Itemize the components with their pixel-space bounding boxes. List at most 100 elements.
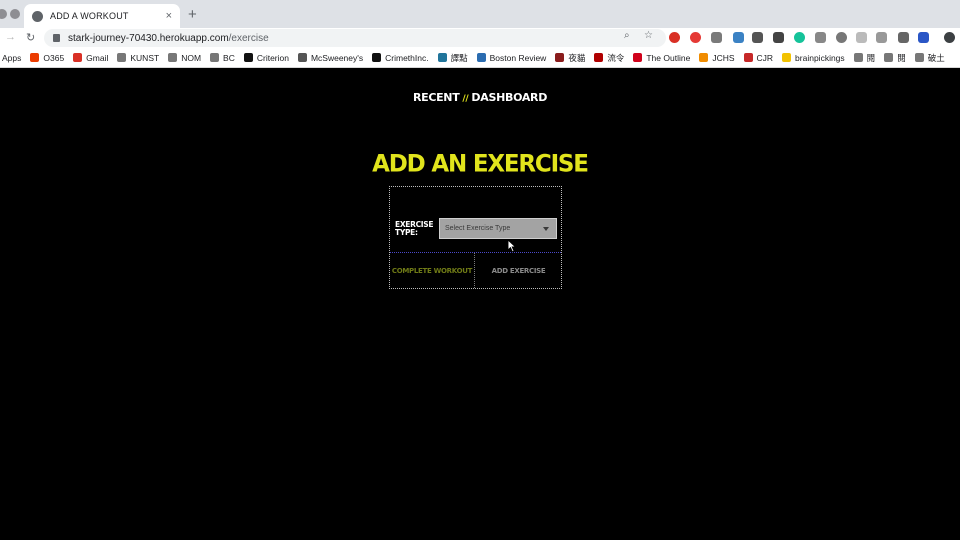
bookmark-favicon-icon: [73, 53, 83, 62]
bookmark-item[interactable]: Apps: [2, 53, 21, 63]
bookmark-item[interactable]: KUNST: [117, 53, 159, 63]
lock-icon: [53, 34, 60, 42]
bookmark-label: BC: [223, 52, 235, 63]
tab-title: ADD A WORKOUT: [50, 11, 129, 21]
bookmarks-bar: Apps O365 Gmail KUNST NOM BC Criterion McSweene…: [0, 48, 960, 68]
exercise-type-select[interactable]: Select Exercise Type: [439, 218, 557, 239]
address-bar[interactable]: stark-journey-70430.herokuapp.com/exerci…: [44, 29, 666, 47]
bookmark-label: 破土: [927, 52, 945, 63]
extension-icon[interactable]: [690, 32, 701, 43]
add-exercise-button[interactable]: ADD EXERCISE: [476, 253, 561, 288]
url-text: stark-journey-70430.herokuapp.com/exerci…: [68, 33, 269, 44]
globe-icon: [32, 10, 43, 22]
bookmark-label: Apps: [2, 52, 22, 63]
bookmark-star-icon[interactable]: ☆: [644, 30, 653, 41]
extension-icon[interactable]: [836, 32, 847, 43]
bookmark-item[interactable]: NOM: [168, 53, 201, 63]
bookmark-favicon-icon: [243, 53, 253, 62]
extension-icon[interactable]: [918, 32, 929, 43]
bookmark-favicon-icon: [782, 53, 792, 62]
bookmark-item[interactable]: 閱: [853, 52, 876, 64]
new-tab-icon[interactable]: +: [188, 6, 197, 23]
extension-icon[interactable]: [773, 32, 784, 43]
bookmark-item[interactable]: 譯點: [437, 52, 468, 64]
page-content: RECENT//DASHBOARD ADD AN EXERCISE EXERCI…: [0, 69, 960, 540]
bookmark-item[interactable]: brainpickings: [782, 53, 845, 63]
profile-avatar-icon[interactable]: [944, 32, 955, 43]
page-title: ADD AN EXERCISE: [372, 150, 589, 178]
bookmark-label: brainpickings: [795, 52, 845, 63]
extension-icon[interactable]: [815, 32, 826, 43]
window-close-dot[interactable]: [0, 9, 7, 19]
bookmark-label: Boston Review: [489, 52, 547, 63]
extension-icon[interactable]: [733, 32, 744, 43]
bookmark-favicon-icon: [117, 53, 127, 62]
extension-icon[interactable]: [876, 32, 887, 43]
window-minimize-dot[interactable]: [10, 9, 20, 19]
bookmark-label: CJR: [756, 52, 774, 63]
bookmark-item[interactable]: CrimethInc.: [372, 52, 429, 63]
bookmark-label: McSweeney's: [310, 52, 364, 63]
bookmark-label: 閱: [897, 52, 906, 63]
bookmark-favicon-icon: [853, 53, 863, 62]
bookmark-favicon-icon: [297, 53, 307, 62]
mouse-cursor-icon: [507, 239, 517, 253]
bookmark-item[interactable]: 夜貓: [555, 52, 585, 64]
bookmark-item[interactable]: BC: [210, 53, 235, 63]
bookmark-item[interactable]: The Outline: [633, 53, 690, 63]
add-exercise-form: EXERCISE TYPE: Select Exercise Type COMP…: [389, 186, 562, 289]
bookmark-label: Gmail: [86, 52, 109, 63]
bookmark-favicon-icon: [476, 53, 486, 62]
bookmark-favicon-icon: [372, 53, 382, 62]
top-navigation: RECENT//DASHBOARD: [0, 91, 960, 104]
tab-close-icon[interactable]: ×: [166, 10, 172, 22]
bookmark-favicon-icon: [210, 53, 220, 62]
nav-recent-link[interactable]: RECENT: [413, 91, 460, 104]
url-path: /exercise: [228, 32, 269, 44]
bookmark-item[interactable]: JCHS: [699, 52, 735, 63]
bookmark-label: CrimethInc.: [385, 52, 429, 63]
extension-icon[interactable]: [898, 32, 909, 43]
grammarly-extension-icon[interactable]: [794, 32, 805, 43]
bookmark-favicon-icon: [555, 53, 565, 62]
bookmark-item[interactable]: 破土: [914, 52, 945, 64]
bookmark-favicon-icon: [914, 53, 924, 62]
chevron-down-icon: [543, 226, 549, 231]
bookmark-label: KUNST: [130, 52, 160, 63]
bookmark-label: 夜貓: [568, 52, 586, 63]
bookmark-item[interactable]: McSweeney's: [297, 52, 364, 63]
bookmark-label: NOM: [181, 52, 202, 63]
browser-tab[interactable]: ADD A WORKOUT ×: [24, 4, 180, 28]
reload-icon[interactable]: ↻: [26, 31, 35, 44]
bookmark-item[interactable]: O365: [30, 53, 64, 63]
bookmark-favicon-icon: [633, 53, 643, 62]
zoom-icon[interactable]: ⌕: [624, 30, 630, 41]
bookmark-label: 閱: [866, 52, 876, 63]
browser-toolbar: → ↻ stark-journey-70430.herokuapp.com/ex…: [0, 28, 960, 48]
bookmark-item[interactable]: CJR: [743, 52, 774, 63]
bookmark-favicon-icon: [30, 53, 40, 62]
bookmark-favicon-icon: [594, 53, 604, 62]
bookmark-item[interactable]: Criterion: [243, 53, 289, 63]
bookmark-item[interactable]: Boston Review: [476, 52, 547, 63]
bookmark-item[interactable]: Gmail: [73, 53, 108, 63]
bookmark-favicon-icon: [168, 53, 178, 62]
extension-icon[interactable]: [856, 32, 867, 43]
bookmark-item[interactable]: 閱: [884, 52, 906, 64]
nav-dashboard-link[interactable]: DASHBOARD: [471, 91, 547, 104]
extension-icon[interactable]: [752, 32, 763, 43]
exercise-type-label: EXERCISE TYPE:: [395, 220, 434, 237]
bookmark-label: 流令: [607, 52, 625, 63]
bookmark-label: JCHS: [712, 52, 735, 63]
complete-workout-button[interactable]: COMPLETE WORKOUT: [390, 253, 475, 288]
bookmark-favicon-icon: [884, 53, 894, 62]
url-host: stark-journey-70430.herokuapp.com: [68, 32, 229, 44]
nav-separator: //: [462, 94, 469, 104]
forward-icon[interactable]: →: [5, 31, 16, 43]
browser-tab-strip: ADD A WORKOUT × +: [0, 0, 960, 28]
bookmark-item[interactable]: 流令: [594, 52, 624, 64]
bookmark-label: The Outline: [646, 52, 691, 63]
adblock-extension-icon[interactable]: [669, 32, 680, 43]
extension-icon[interactable]: [711, 32, 722, 43]
bookmark-favicon-icon: [743, 53, 753, 62]
